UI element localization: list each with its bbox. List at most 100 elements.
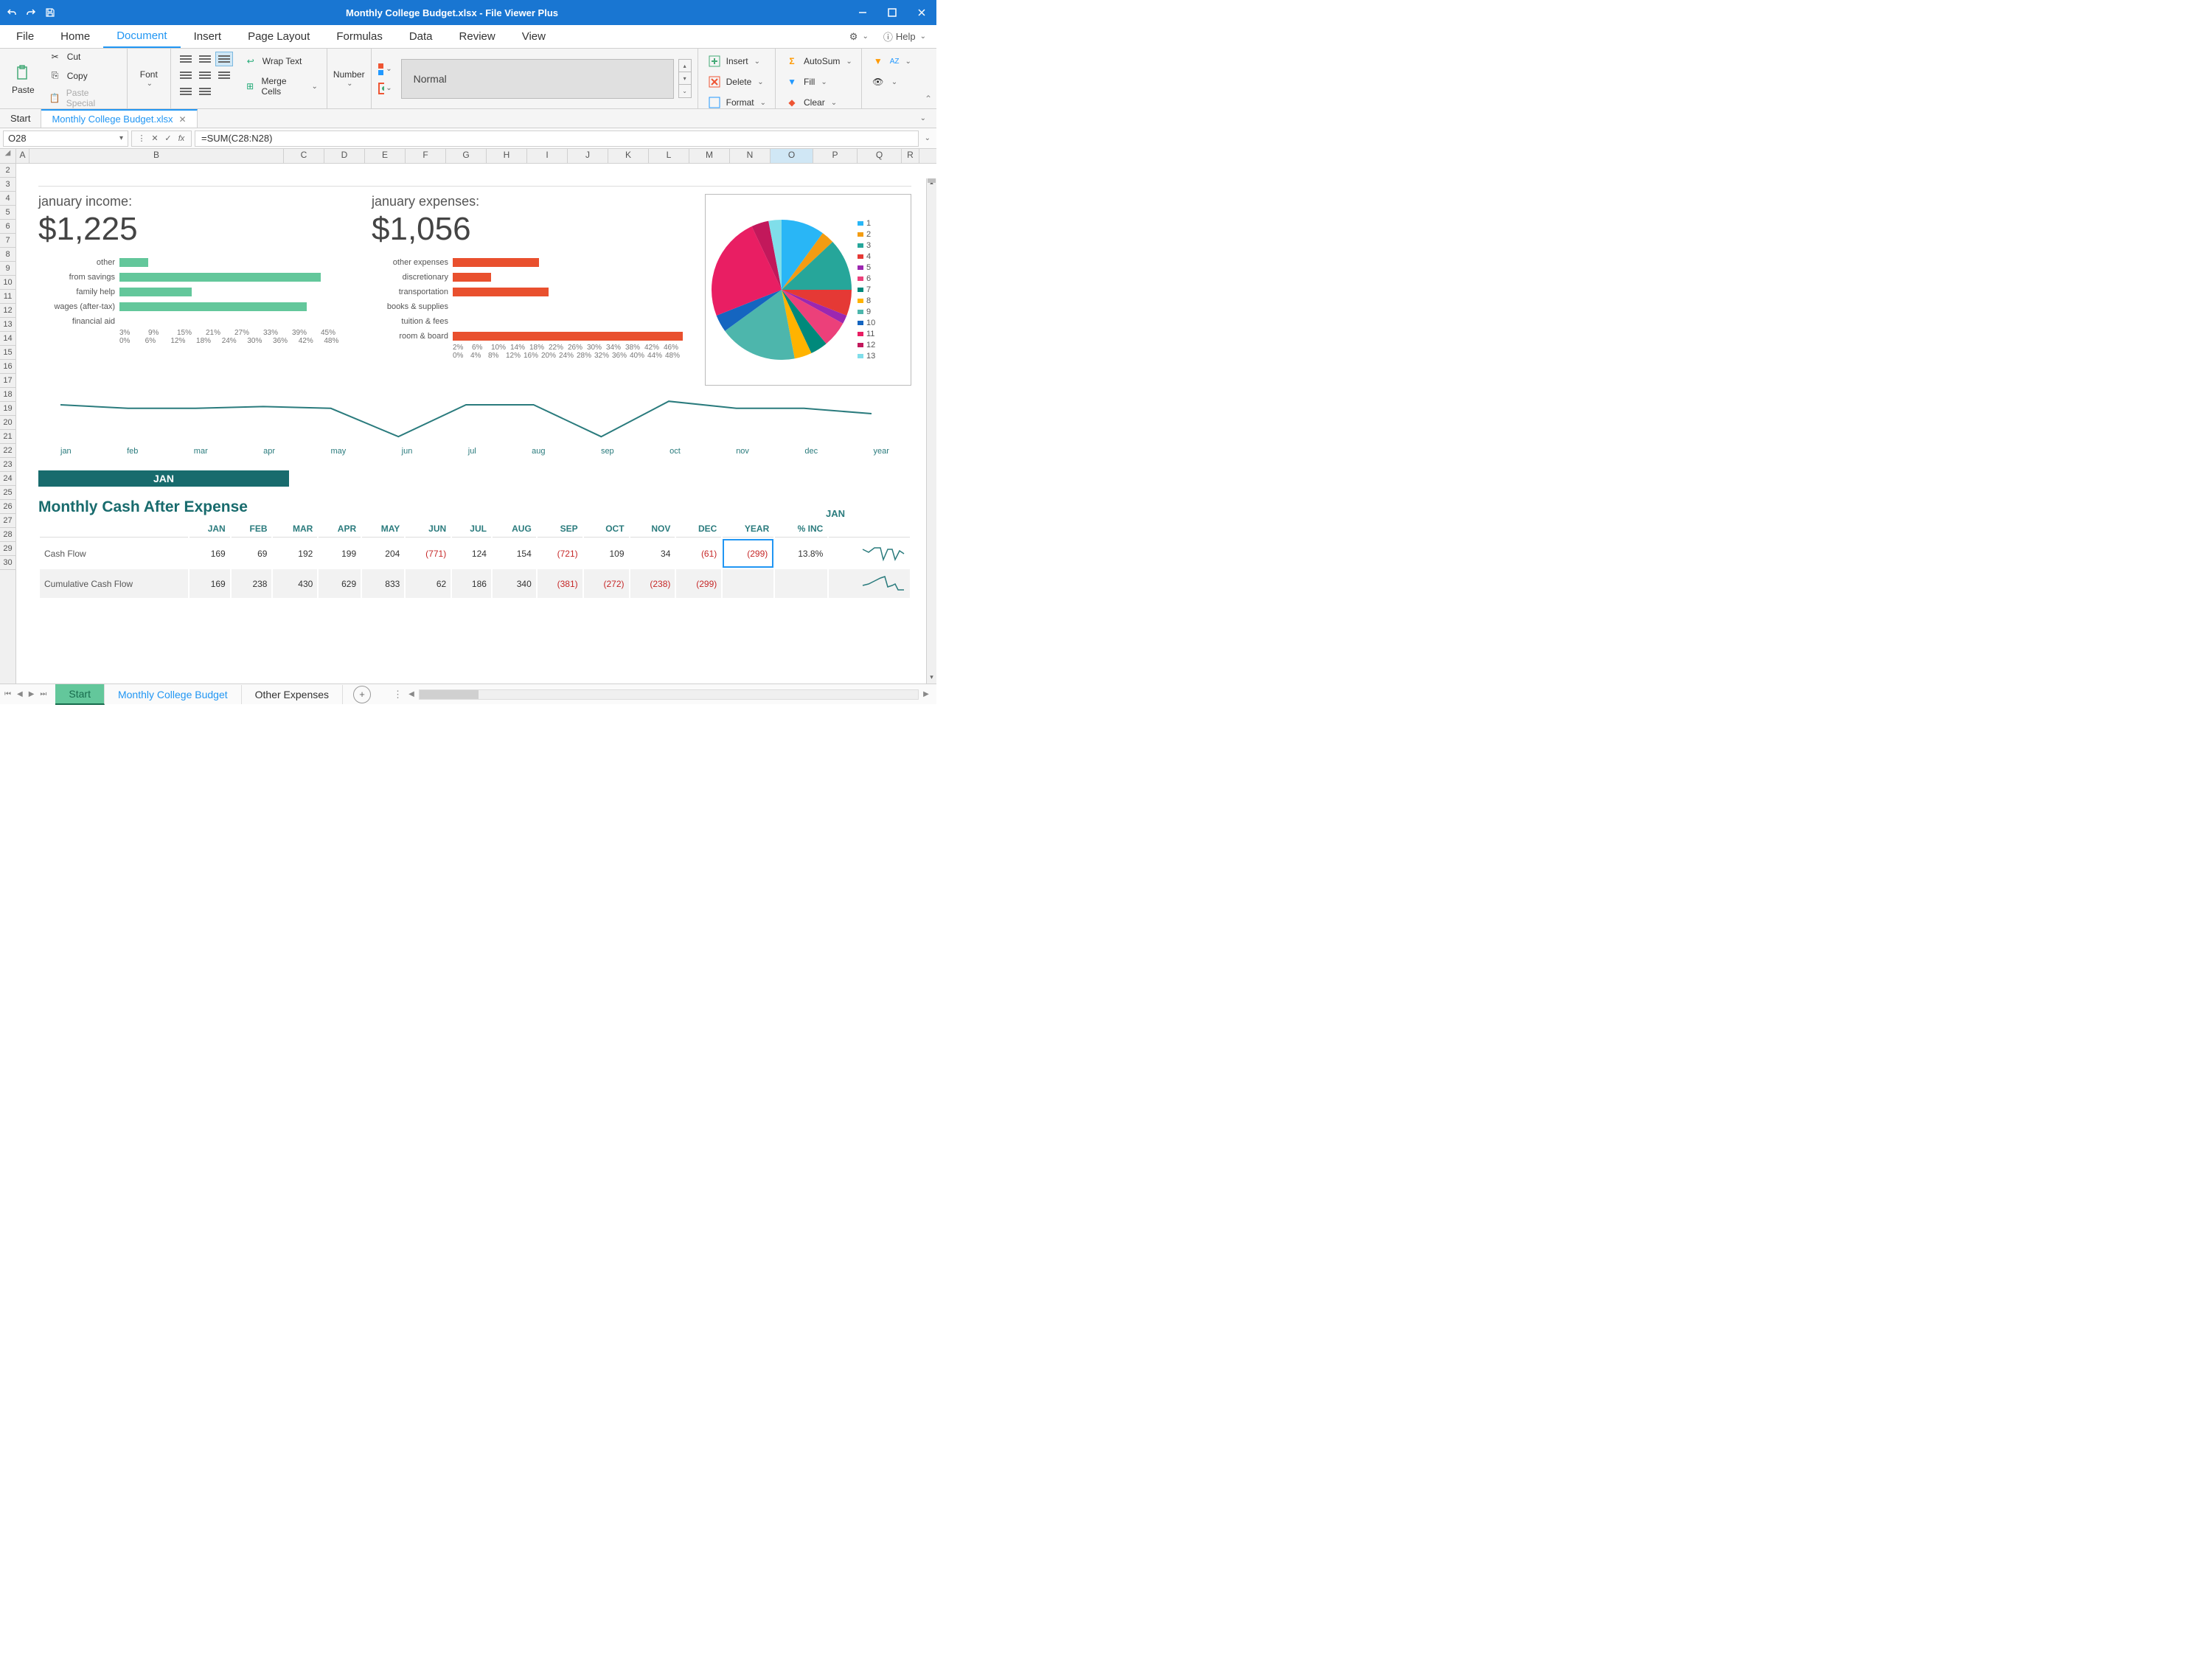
- name-box[interactable]: O28▾: [3, 131, 128, 147]
- col-header-K[interactable]: K: [608, 149, 649, 163]
- first-sheet-icon[interactable]: ⏮: [4, 690, 11, 698]
- select-all-corner[interactable]: ◢: [0, 149, 16, 164]
- collapse-ribbon-icon[interactable]: ⌃: [925, 94, 932, 104]
- prev-sheet-icon[interactable]: ◀: [17, 690, 23, 698]
- sheet-tab-start[interactable]: Start: [55, 684, 105, 705]
- row-header-17[interactable]: 17: [0, 374, 15, 388]
- tab-file[interactable]: File: [3, 26, 47, 47]
- fx-icon[interactable]: fx: [176, 134, 187, 143]
- maximize-button[interactable]: [877, 0, 907, 25]
- last-sheet-icon[interactable]: ⏭: [40, 690, 46, 698]
- col-header-D[interactable]: D: [324, 149, 365, 163]
- formula-input[interactable]: =SUM(C28:N28): [195, 131, 919, 147]
- tab-view[interactable]: View: [509, 26, 559, 47]
- close-icon[interactable]: ✕: [179, 114, 187, 125]
- settings-dropdown[interactable]: ⚙⌄: [842, 31, 876, 43]
- row-header-20[interactable]: 20: [0, 416, 15, 430]
- expand-formula-icon[interactable]: ⌄: [925, 134, 931, 142]
- row-header-14[interactable]: 14: [0, 332, 15, 346]
- wrap-text-button[interactable]: ↩Wrap Text: [240, 52, 321, 71]
- row-header-3[interactable]: 3: [0, 178, 15, 192]
- row-header-7[interactable]: 7: [0, 234, 15, 248]
- sheet-nav-buttons[interactable]: ⏮ ◀ ▶ ⏭: [4, 690, 55, 698]
- row-header-8[interactable]: 8: [0, 248, 15, 262]
- tab-review[interactable]: Review: [446, 26, 509, 47]
- sheet-tab-other[interactable]: Other Expenses: [242, 685, 343, 704]
- col-header-Q[interactable]: Q: [858, 149, 902, 163]
- col-header-L[interactable]: L: [649, 149, 689, 163]
- align-mid-center[interactable]: [196, 68, 214, 83]
- chevron-down-icon[interactable]: ⌄: [147, 80, 153, 88]
- align-mid-right[interactable]: [215, 68, 233, 83]
- col-header-F[interactable]: F: [406, 149, 446, 163]
- indent-decrease[interactable]: [177, 84, 195, 99]
- sheet-tab-budget[interactable]: Monthly College Budget: [105, 685, 242, 704]
- find-button[interactable]: 👁⌄: [868, 72, 914, 91]
- align-top-left[interactable]: [177, 52, 195, 66]
- col-header-O[interactable]: O: [771, 149, 813, 163]
- align-top-right[interactable]: [215, 52, 233, 66]
- row-header-25[interactable]: 25: [0, 486, 15, 500]
- row-header-28[interactable]: 28: [0, 528, 15, 542]
- col-header-I[interactable]: I: [527, 149, 568, 163]
- tab-insert[interactable]: Insert: [181, 26, 235, 47]
- row-header-22[interactable]: 22: [0, 444, 15, 458]
- row-header-9[interactable]: 9: [0, 262, 15, 276]
- align-top-center[interactable]: [196, 52, 214, 66]
- col-header-B[interactable]: B: [29, 149, 284, 163]
- minimize-button[interactable]: [848, 0, 877, 25]
- style-scroller[interactable]: ▴▾⌄: [678, 59, 692, 98]
- merge-cells-button[interactable]: ⊞Merge Cells⌄: [240, 74, 321, 99]
- row-header-24[interactable]: 24: [0, 472, 15, 486]
- delete-button[interactable]: Delete⌄: [704, 72, 769, 91]
- row-header-30[interactable]: 30: [0, 556, 15, 570]
- row-header-11[interactable]: 11: [0, 290, 15, 304]
- doc-tab-start[interactable]: Start: [0, 109, 41, 128]
- row-header-4[interactable]: 4: [0, 192, 15, 206]
- row-header-29[interactable]: 29: [0, 542, 15, 556]
- col-header-H[interactable]: H: [487, 149, 527, 163]
- row-header-18[interactable]: 18: [0, 388, 15, 402]
- insert-button[interactable]: Insert⌄: [704, 52, 769, 71]
- chevron-down-icon[interactable]: ⌄: [347, 80, 352, 88]
- tab-formulas[interactable]: Formulas: [323, 26, 396, 47]
- col-header-N[interactable]: N: [730, 149, 771, 163]
- tab-document[interactable]: Document: [103, 25, 180, 48]
- redo-icon[interactable]: [25, 7, 37, 18]
- tab-page-layout[interactable]: Page Layout: [234, 26, 323, 47]
- col-header-G[interactable]: G: [446, 149, 487, 163]
- conditional-format-icon[interactable]: ⌄: [378, 62, 392, 77]
- row-header-15[interactable]: 15: [0, 346, 15, 360]
- next-sheet-icon[interactable]: ▶: [29, 690, 35, 698]
- row-header-21[interactable]: 21: [0, 430, 15, 444]
- row-header-10[interactable]: 10: [0, 276, 15, 290]
- autosum-button[interactable]: ΣAutoSum⌄: [782, 52, 855, 71]
- paste-special-button[interactable]: 📋Paste Special: [45, 86, 121, 111]
- help-dropdown[interactable]: ⓘ Help⌄: [876, 29, 933, 44]
- doc-tab-overflow[interactable]: ⌄: [908, 109, 936, 128]
- save-icon[interactable]: [44, 7, 56, 18]
- row-header-12[interactable]: 12: [0, 304, 15, 318]
- col-header-A[interactable]: A: [16, 149, 29, 163]
- sort-filter-button[interactable]: ▼AZ⌄: [868, 52, 914, 71]
- col-header-E[interactable]: E: [365, 149, 406, 163]
- cut-button[interactable]: ✂Cut: [45, 47, 121, 66]
- dropdown-icon[interactable]: ⋮: [136, 133, 147, 143]
- clear-button[interactable]: ◆Clear⌄: [782, 93, 855, 112]
- tab-home[interactable]: Home: [47, 26, 103, 47]
- cancel-icon[interactable]: ✕: [150, 133, 160, 143]
- worksheet[interactable]: 2345678910111213141516171819202122232425…: [0, 164, 936, 684]
- horizontal-scrollbar[interactable]: ⋮ ◀ ▶: [393, 689, 932, 700]
- doc-tab-file[interactable]: Monthly College Budget.xlsx✕: [41, 109, 197, 128]
- enter-icon[interactable]: ✓: [163, 133, 173, 143]
- col-header-M[interactable]: M: [689, 149, 730, 163]
- add-sheet-button[interactable]: +: [353, 686, 371, 703]
- tab-data[interactable]: Data: [396, 26, 446, 47]
- format-button[interactable]: Format⌄: [704, 93, 769, 112]
- row-header-23[interactable]: 23: [0, 458, 15, 472]
- row-header-13[interactable]: 13: [0, 318, 15, 332]
- copy-button[interactable]: ⎘Copy: [45, 66, 121, 86]
- row-header-19[interactable]: 19: [0, 402, 15, 416]
- style-normal[interactable]: Normal: [401, 59, 674, 99]
- col-header-R[interactable]: R: [902, 149, 919, 163]
